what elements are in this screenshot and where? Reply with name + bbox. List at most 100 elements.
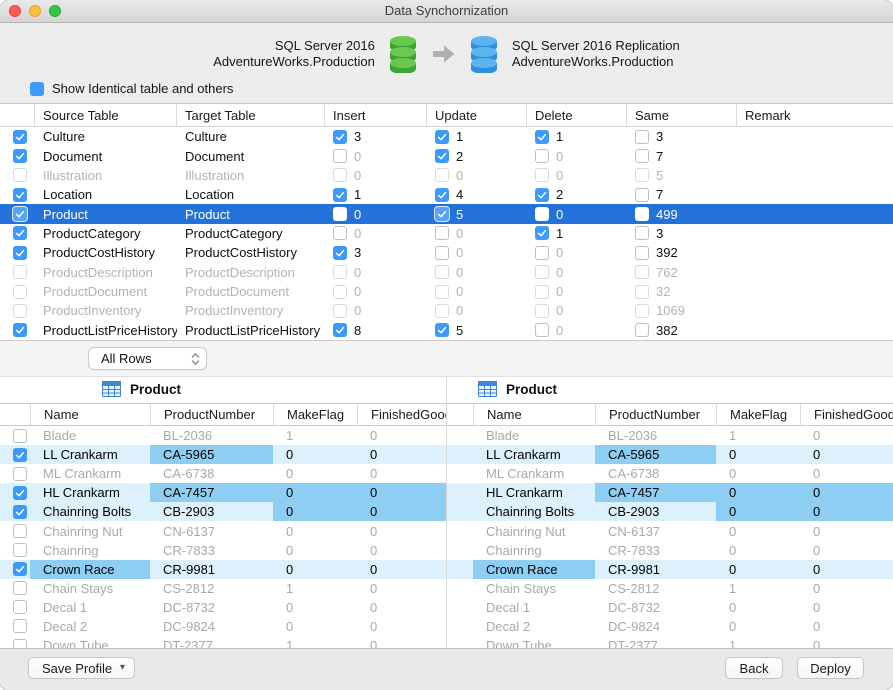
- sync-table-row[interactable]: LocationLocation1427: [0, 185, 893, 204]
- sync-table-row[interactable]: ProductProduct050499: [0, 204, 893, 223]
- detail-row-checkbox[interactable]: [13, 429, 27, 443]
- sync-table-row[interactable]: CultureCulture3113: [0, 127, 893, 146]
- detail-row[interactable]: Crown RaceCR-998100: [0, 560, 446, 579]
- delete-checkbox[interactable]: [535, 285, 549, 299]
- same-checkbox[interactable]: [635, 285, 649, 299]
- back-button[interactable]: Back: [725, 657, 783, 679]
- same-checkbox[interactable]: [635, 304, 649, 318]
- sync-table-row[interactable]: ProductDocumentProductDocument00032: [0, 282, 893, 301]
- sync-table-row[interactable]: ProductCategoryProductCategory0013: [0, 224, 893, 243]
- detail-column-header-productnumber[interactable]: ProductNumber: [595, 404, 716, 425]
- detail-row[interactable]: ML CrankarmCA-673800: [447, 464, 893, 483]
- insert-checkbox[interactable]: [333, 188, 347, 202]
- row-checkbox[interactable]: [13, 188, 27, 202]
- row-checkbox[interactable]: [13, 226, 27, 240]
- update-checkbox[interactable]: [435, 265, 449, 279]
- detail-row[interactable]: Decal 2DC-982400: [447, 617, 893, 636]
- update-checkbox[interactable]: [435, 285, 449, 299]
- column-header-remark[interactable]: Remark: [737, 104, 893, 126]
- same-checkbox[interactable]: [635, 265, 649, 279]
- detail-row[interactable]: HL CrankarmCA-745700: [0, 483, 446, 502]
- detail-column-header-name[interactable]: Name: [473, 404, 595, 425]
- update-checkbox[interactable]: [435, 323, 449, 337]
- column-header-delete[interactable]: Delete: [527, 104, 627, 126]
- same-checkbox[interactable]: [635, 188, 649, 202]
- detail-row[interactable]: Crown RaceCR-998100: [447, 560, 893, 579]
- detail-row-checkbox[interactable]: [13, 619, 27, 633]
- column-header-source-table[interactable]: Source Table: [35, 104, 177, 126]
- row-checkbox[interactable]: [13, 207, 27, 221]
- sync-table-row[interactable]: DocumentDocument0207: [0, 146, 893, 165]
- detail-column-header-makeflag[interactable]: MakeFlag: [716, 404, 800, 425]
- same-checkbox[interactable]: [635, 168, 649, 182]
- detail-row[interactable]: HL CrankarmCA-745700: [447, 483, 893, 502]
- detail-column-header-makeflag[interactable]: MakeFlag: [273, 404, 357, 425]
- delete-checkbox[interactable]: [535, 265, 549, 279]
- detail-column-header-productnumber[interactable]: ProductNumber: [150, 404, 273, 425]
- detail-row[interactable]: LL CrankarmCA-596500: [447, 445, 893, 464]
- detail-row-checkbox[interactable]: [13, 639, 27, 648]
- detail-row-checkbox[interactable]: [13, 562, 27, 576]
- insert-checkbox[interactable]: [333, 226, 347, 240]
- detail-row[interactable]: Down TubeDT-237710: [447, 636, 893, 648]
- update-checkbox[interactable]: [435, 207, 449, 221]
- detail-row-checkbox[interactable]: [13, 505, 27, 519]
- sync-table-row[interactable]: ProductCostHistoryProductCostHistory3003…: [0, 243, 893, 262]
- detail-row[interactable]: BladeBL-203610: [447, 426, 893, 445]
- update-checkbox[interactable]: [435, 226, 449, 240]
- insert-checkbox[interactable]: [333, 285, 347, 299]
- column-header-update[interactable]: Update: [427, 104, 527, 126]
- delete-checkbox[interactable]: [535, 304, 549, 318]
- update-checkbox[interactable]: [435, 149, 449, 163]
- detail-row[interactable]: Chain StaysCS-281210: [0, 579, 446, 598]
- detail-row[interactable]: ChainringCR-783300: [0, 541, 446, 560]
- insert-checkbox[interactable]: [333, 246, 347, 260]
- insert-checkbox[interactable]: [333, 207, 347, 221]
- delete-checkbox[interactable]: [535, 246, 549, 260]
- checkbox-check-icon[interactable]: [30, 82, 44, 96]
- show-identical-checkbox[interactable]: Show Identical table and others: [30, 81, 233, 96]
- sync-table-row[interactable]: IllustrationIllustration0005: [0, 166, 893, 185]
- detail-row[interactable]: Chainring NutCN-613700: [447, 521, 893, 540]
- detail-row[interactable]: Chainring NutCN-613700: [0, 521, 446, 540]
- detail-row[interactable]: BladeBL-203610: [0, 426, 446, 445]
- fullscreen-button[interactable]: [49, 5, 61, 17]
- detail-row[interactable]: Decal 2DC-982400: [0, 617, 446, 636]
- insert-checkbox[interactable]: [333, 149, 347, 163]
- detail-row-checkbox[interactable]: [13, 467, 27, 481]
- insert-checkbox[interactable]: [333, 265, 347, 279]
- update-checkbox[interactable]: [435, 188, 449, 202]
- row-checkbox[interactable]: [13, 149, 27, 163]
- detail-row-checkbox[interactable]: [13, 543, 27, 557]
- detail-row-checkbox[interactable]: [13, 600, 27, 614]
- detail-row[interactable]: LL CrankarmCA-596500: [0, 445, 446, 464]
- insert-checkbox[interactable]: [333, 304, 347, 318]
- row-checkbox[interactable]: [13, 246, 27, 260]
- row-checkbox[interactable]: [13, 265, 27, 279]
- delete-checkbox[interactable]: [535, 188, 549, 202]
- detail-column-header-name[interactable]: Name: [30, 404, 150, 425]
- same-checkbox[interactable]: [635, 130, 649, 144]
- update-checkbox[interactable]: [435, 168, 449, 182]
- detail-row[interactable]: Decal 1DC-873200: [447, 598, 893, 617]
- detail-column-header-finishedgood[interactable]: FinishedGood: [800, 404, 893, 425]
- delete-checkbox[interactable]: [535, 207, 549, 221]
- update-checkbox[interactable]: [435, 304, 449, 318]
- same-checkbox[interactable]: [635, 207, 649, 221]
- detail-column-header-finishedgood[interactable]: FinishedGood: [357, 404, 446, 425]
- same-checkbox[interactable]: [635, 246, 649, 260]
- same-checkbox[interactable]: [635, 226, 649, 240]
- detail-row[interactable]: ChainringCR-783300: [447, 541, 893, 560]
- save-profile-button[interactable]: Save Profile ▾: [28, 657, 135, 679]
- column-header-insert[interactable]: Insert: [325, 104, 427, 126]
- delete-checkbox[interactable]: [535, 226, 549, 240]
- detail-row-checkbox[interactable]: [13, 486, 27, 500]
- detail-row-checkbox[interactable]: [13, 581, 27, 595]
- detail-row[interactable]: Chainring BoltsCB-290300: [0, 502, 446, 521]
- delete-checkbox[interactable]: [535, 323, 549, 337]
- insert-checkbox[interactable]: [333, 323, 347, 337]
- column-header-target-table[interactable]: Target Table: [177, 104, 325, 126]
- sync-table-row[interactable]: ProductInventoryProductInventory0001069: [0, 301, 893, 320]
- detail-row-checkbox[interactable]: [13, 448, 27, 462]
- row-filter-dropdown[interactable]: All Rows: [88, 347, 207, 370]
